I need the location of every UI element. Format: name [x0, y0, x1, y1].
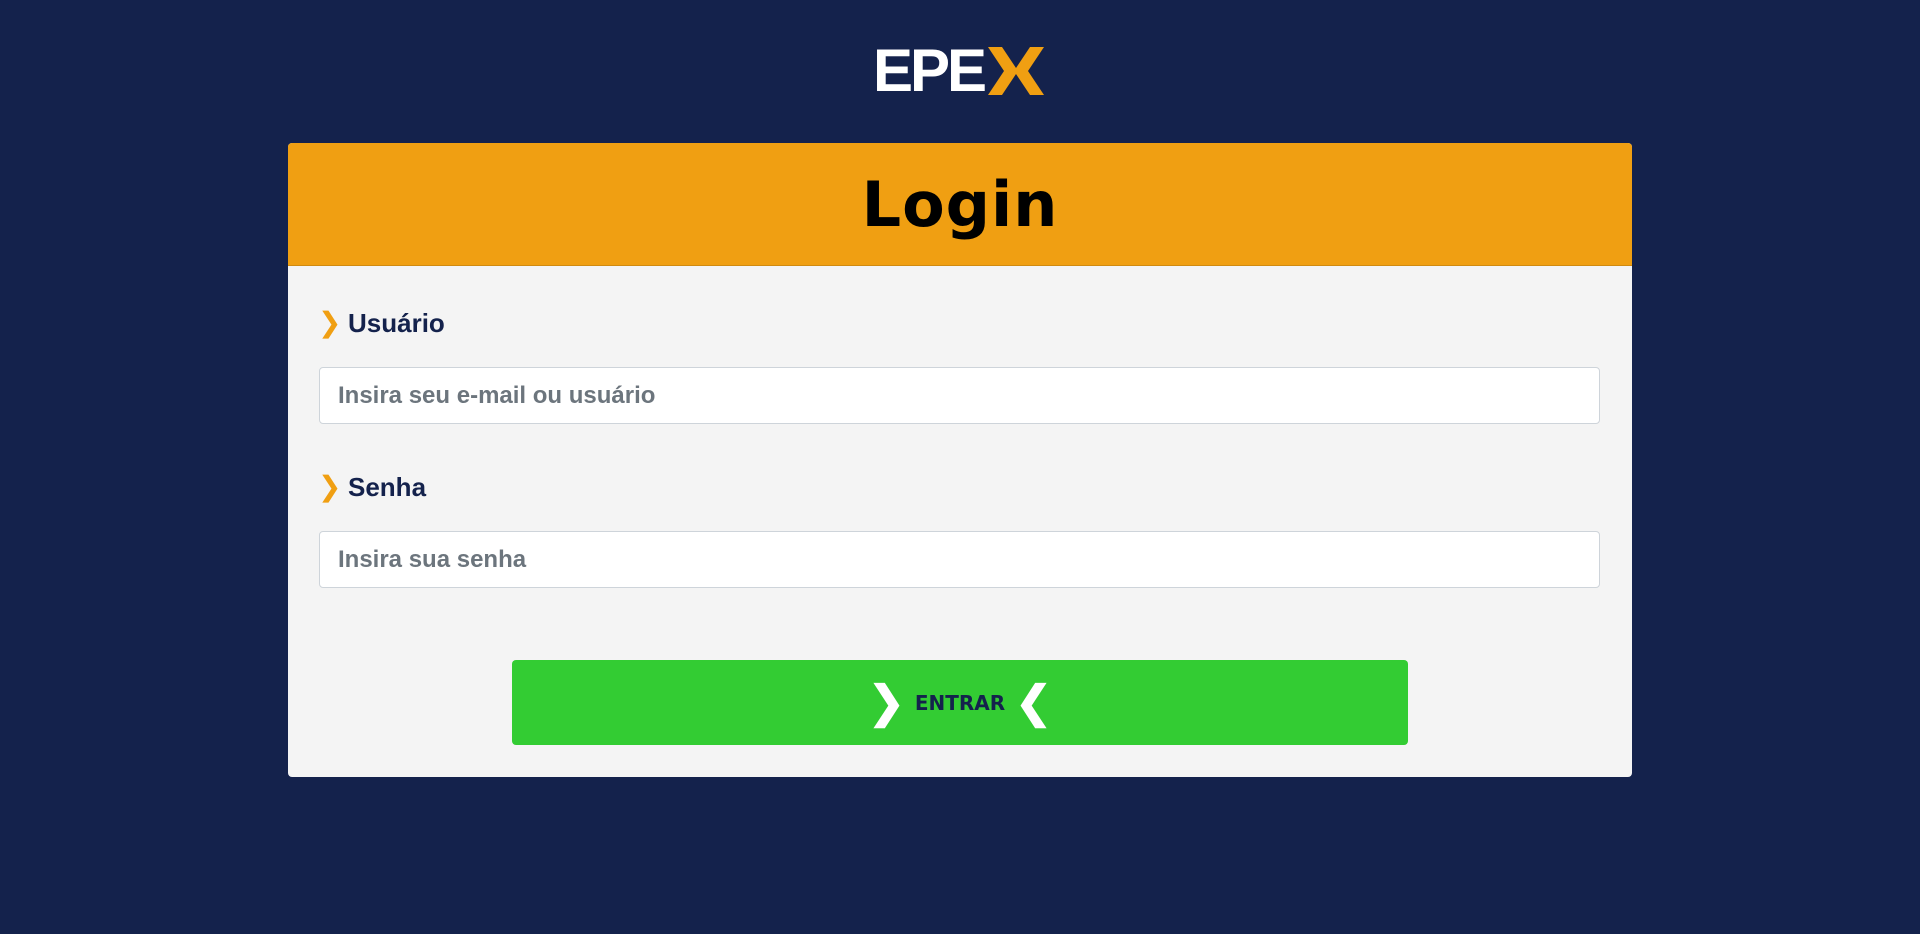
epex-logo: EPE [873, 37, 1048, 104]
password-label: ❯ Senha [318, 470, 426, 504]
chevron-left-icon: ❮ [1015, 678, 1053, 727]
page-title: Login [861, 167, 1059, 241]
x-chevron-logo-icon [988, 47, 1045, 95]
username-input[interactable] [319, 367, 1600, 424]
login-button[interactable]: ❯ ENTRAR ❮ [512, 660, 1408, 745]
username-label-text: Usuário [348, 307, 445, 338]
chevron-right-icon: ❯ [867, 678, 905, 727]
password-label-text: Senha [348, 471, 427, 502]
logo-text: EPE [873, 37, 987, 104]
chevron-right-icon: ❯ [318, 307, 342, 338]
chevron-right-icon: ❯ [318, 471, 342, 502]
login-header: Login [288, 143, 1632, 266]
password-input[interactable] [319, 531, 1600, 588]
username-label: ❯ Usuário [318, 306, 445, 340]
login-button-label: ENTRAR [914, 690, 1006, 715]
login-card: Login ❯ Usuário ❯ Senha ❯ ENTRAR ❮ [288, 143, 1632, 777]
